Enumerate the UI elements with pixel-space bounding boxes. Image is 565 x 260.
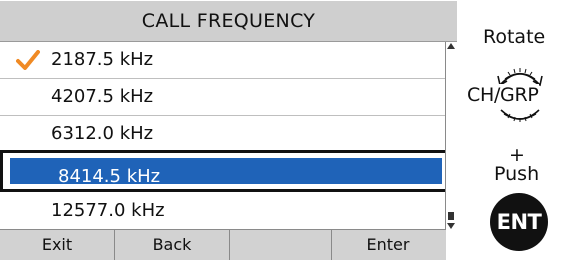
- list-item-label: 8414.5 kHz: [58, 166, 161, 187]
- list-item[interactable]: 4207.5 kHz: [0, 79, 446, 116]
- list-item-label: 4207.5 kHz: [51, 86, 154, 107]
- lcd-screen: CALL FREQUENCY 2187.5 kHz 4207.5 kHz 631…: [0, 0, 457, 260]
- ent-button[interactable]: ENT: [490, 193, 548, 251]
- scroll-thumb[interactable]: [448, 212, 454, 220]
- knob-label: CH/GRP: [467, 84, 539, 106]
- list-item[interactable]: 6312.0 kHz: [0, 116, 446, 152]
- scroll-down-arrow-icon: [447, 223, 455, 229]
- list-item-selected[interactable]: 8414.5 kHz: [0, 150, 452, 192]
- selection-highlight: 8414.5 kHz: [10, 158, 442, 187]
- hardware-controls: Rotate CH/GRP + Push ENT: [465, 0, 565, 259]
- scrollbar[interactable]: [445, 42, 456, 230]
- list-item[interactable]: 2187.5 kHz: [0, 42, 446, 79]
- list-item-label: 2187.5 kHz: [51, 49, 154, 70]
- checkmark-icon: [16, 50, 40, 70]
- exit-softkey[interactable]: Exit: [0, 230, 115, 260]
- back-softkey[interactable]: Back: [115, 230, 230, 260]
- push-label: Push: [494, 163, 540, 185]
- blank-softkey[interactable]: [230, 230, 332, 260]
- screen-title-bar: CALL FREQUENCY: [0, 1, 457, 42]
- screen-title: CALL FREQUENCY: [141, 10, 316, 32]
- list-item-label: 6312.0 kHz: [51, 123, 154, 144]
- frequency-list: 2187.5 kHz 4207.5 kHz 6312.0 kHz 8414.5 …: [0, 42, 452, 229]
- list-item[interactable]: 12577.0 kHz: [0, 193, 446, 229]
- rotate-label: Rotate: [483, 26, 546, 48]
- list-item-label: 12577.0 kHz: [51, 200, 165, 221]
- scroll-up-arrow-icon: [447, 43, 455, 49]
- softkey-bar: Exit Back Enter: [0, 229, 446, 260]
- enter-softkey[interactable]: Enter: [332, 230, 444, 260]
